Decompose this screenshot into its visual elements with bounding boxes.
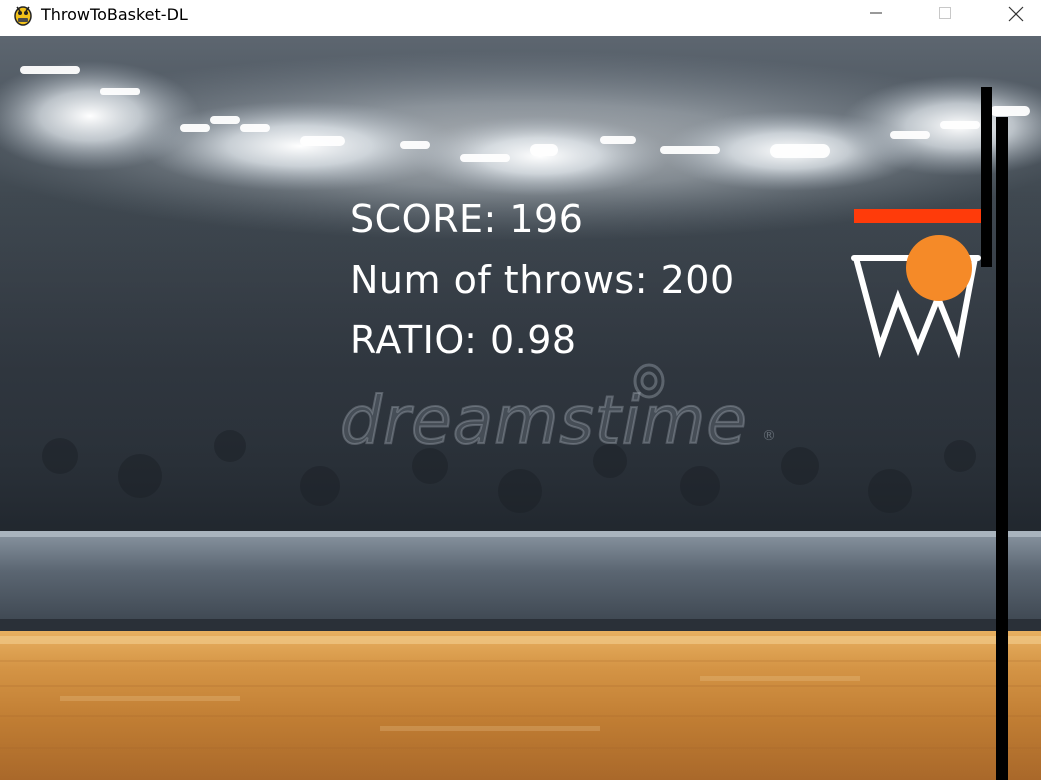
basket-assembly	[851, 87, 1008, 780]
window-title: ThrowToBasket-DL	[41, 5, 188, 24]
maximize-icon	[939, 7, 951, 19]
backboard-pole	[981, 87, 992, 267]
pygame-snake-icon	[14, 6, 32, 26]
basketball	[906, 235, 972, 301]
throws-label: Num of throws: 200	[350, 258, 735, 302]
watermark-registered-mark: ®	[762, 428, 776, 444]
basket-rim	[854, 209, 982, 223]
maximize-button[interactable]	[922, 0, 968, 30]
minimize-icon	[870, 12, 882, 14]
game-canvas[interactable]: dreamstime ® SCORE: 196 Num of throws: 2…	[0, 36, 1041, 780]
stand-pole	[996, 117, 1008, 780]
window-titlebar: ThrowToBasket-DL	[0, 0, 1041, 36]
score-label: SCORE: 196	[350, 197, 584, 241]
watermark: dreamstime	[339, 381, 748, 460]
ratio-label: RATIO: 0.98	[350, 318, 577, 362]
close-button[interactable]	[992, 0, 1038, 30]
minimize-button[interactable]	[853, 0, 899, 30]
close-icon	[1008, 6, 1024, 22]
